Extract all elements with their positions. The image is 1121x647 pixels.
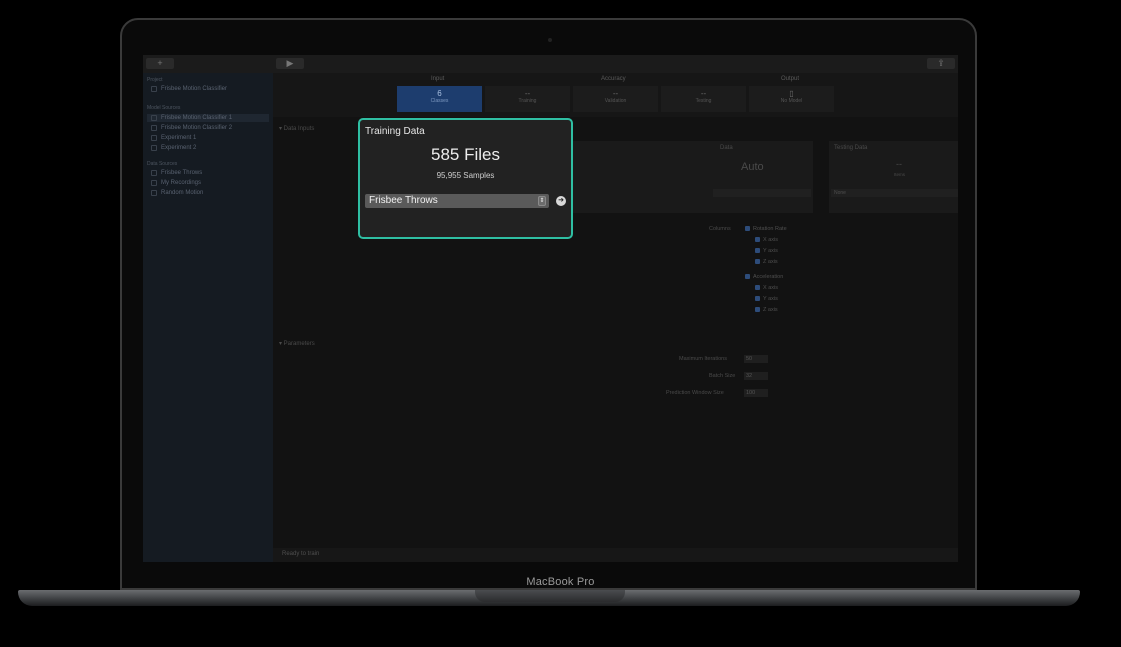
sidebar-header-project: Project xyxy=(147,77,163,83)
batch-size-label: Batch Size xyxy=(709,373,736,379)
validation-panel xyxy=(573,141,813,213)
toolbar: + ▶ ⇪ xyxy=(143,55,958,73)
model-label: No Model xyxy=(780,98,803,104)
sidebar: Project Frisbee Motion Classifier Model … xyxy=(143,73,273,562)
training-label: Training xyxy=(518,98,537,104)
sidebar-item-model-1[interactable]: Frisbee Motion Classifier 1 xyxy=(147,114,269,122)
training-samples-count: 95,955 Samples xyxy=(436,171,495,180)
testing-panel xyxy=(829,141,958,213)
testing-label: Testing xyxy=(695,98,712,104)
play-icon: ▶ xyxy=(286,58,294,68)
sidebar-item-experiment-2[interactable]: Experiment 2 xyxy=(147,144,269,152)
device-label: MacBook Pro xyxy=(526,576,595,588)
prediction-window-label: Prediction Window Size xyxy=(666,390,724,396)
training-files-count: 585 Files xyxy=(431,145,500,164)
testing-panel-title: Testing Data xyxy=(834,145,868,151)
classes-value: 6 xyxy=(437,89,442,98)
testing-select[interactable]: None xyxy=(831,189,958,197)
checkbox-acceleration-z[interactable]: Z axis xyxy=(755,307,778,313)
document-icon: ▯ xyxy=(789,89,794,98)
training-source-value: Frisbee Throws xyxy=(369,195,438,206)
model-icon xyxy=(151,125,157,131)
sidebar-item-label: Frisbee Motion Classifier xyxy=(161,86,228,92)
validation-label: Validation xyxy=(604,98,627,104)
laptop-notch xyxy=(475,590,625,602)
max-iterations-field[interactable]: 50 xyxy=(744,355,768,363)
sidebar-header-models: Model Sources xyxy=(147,105,181,111)
sidebar-item-label: Experiment 2 xyxy=(161,145,197,151)
training-data-card: Training Data 585 Files 95,955 Samples F… xyxy=(358,118,573,239)
sidebar-item-my-recordings[interactable]: My Recordings xyxy=(147,179,269,187)
checkbox-rotation-y[interactable]: Y axis xyxy=(755,248,778,254)
share-icon: ⇪ xyxy=(937,58,945,68)
sidebar-header-data: Data Sources xyxy=(147,161,178,167)
section-data-inputs[interactable]: ▾ Data Inputs xyxy=(279,125,314,132)
sidebar-item-label: My Recordings xyxy=(161,180,202,186)
stage-testing[interactable]: -- Testing xyxy=(661,86,746,112)
validation-panel-title: Data xyxy=(720,145,733,151)
sidebar-item-label: Experiment 1 xyxy=(161,135,197,141)
features-label: Columns xyxy=(709,226,731,232)
sidebar-item-random-motion[interactable]: Random Motion xyxy=(147,189,269,197)
training-value: -- xyxy=(524,89,531,98)
sidebar-item-project[interactable]: Frisbee Motion Classifier xyxy=(147,85,269,93)
stage-heading-accuracy: Accuracy xyxy=(601,76,626,82)
stage-validation[interactable]: -- Validation xyxy=(573,86,658,112)
stage-output-model[interactable]: ▯ No Model xyxy=(749,86,834,112)
checkbox-acceleration-x[interactable]: X axis xyxy=(755,285,778,291)
testing-panel-value: -- xyxy=(896,159,902,169)
sidebar-item-label: Frisbee Motion Classifier 1 xyxy=(161,115,233,121)
experiment-icon xyxy=(151,145,157,151)
checkbox-rotation-x[interactable]: X axis xyxy=(755,237,778,243)
section-parameters[interactable]: ▾ Parameters xyxy=(279,340,315,347)
validation-select[interactable] xyxy=(713,189,811,197)
experiment-icon xyxy=(151,135,157,141)
stage-bar: Input Accuracy Output 6 Classes -- Train… xyxy=(273,73,958,117)
camera-icon xyxy=(548,38,552,42)
share-button[interactable]: ⇪ xyxy=(927,58,955,69)
validation-panel-value: Auto xyxy=(741,161,764,173)
run-button[interactable]: ▶ xyxy=(276,58,304,69)
add-button[interactable]: + xyxy=(146,58,174,69)
folder-icon xyxy=(151,180,157,186)
classes-label: Classes xyxy=(430,98,449,104)
checkbox-rotation-rate[interactable]: Rotation Rate xyxy=(745,226,787,232)
batch-size-field[interactable]: 32 xyxy=(744,372,768,380)
prediction-window-field[interactable]: 100 xyxy=(744,389,768,397)
testing-value: -- xyxy=(700,89,707,98)
sidebar-item-frisbee-throws[interactable]: Frisbee Throws xyxy=(147,169,269,177)
stage-training[interactable]: -- Training xyxy=(485,86,570,112)
stage-heading-input: Input xyxy=(431,76,445,82)
validation-value: -- xyxy=(612,89,619,98)
stage-heading-output: Output xyxy=(781,76,800,82)
chevron-updown-icon: ⇕ xyxy=(538,196,546,206)
status-text: Ready to train xyxy=(282,551,320,557)
stage-classes[interactable]: 6 Classes xyxy=(397,86,482,112)
sidebar-item-label: Frisbee Throws xyxy=(161,170,203,176)
model-icon xyxy=(151,115,157,121)
status-bar: Ready to train xyxy=(273,548,958,562)
sidebar-item-experiment-1[interactable]: Experiment 1 xyxy=(147,134,269,142)
folder-icon xyxy=(151,170,157,176)
training-data-title: Training Data xyxy=(365,126,425,137)
sidebar-item-model-2[interactable]: Frisbee Motion Classifier 2 xyxy=(147,124,269,132)
arrow-right-circle-icon[interactable]: ➜ xyxy=(556,196,566,206)
checkbox-acceleration[interactable]: Acceleration xyxy=(745,274,783,280)
sidebar-item-label: Random Motion xyxy=(161,190,204,196)
checkbox-acceleration-y[interactable]: Y axis xyxy=(755,296,778,302)
project-icon xyxy=(151,86,157,92)
folder-icon xyxy=(151,190,157,196)
sidebar-item-label: Frisbee Motion Classifier 2 xyxy=(161,125,233,131)
testing-panel-sub: Items xyxy=(894,172,906,177)
training-source-select[interactable]: Frisbee Throws ⇕ xyxy=(365,194,549,208)
max-iterations-label: Maximum Iterations xyxy=(679,356,727,362)
checkbox-rotation-z[interactable]: Z axis xyxy=(755,259,778,265)
